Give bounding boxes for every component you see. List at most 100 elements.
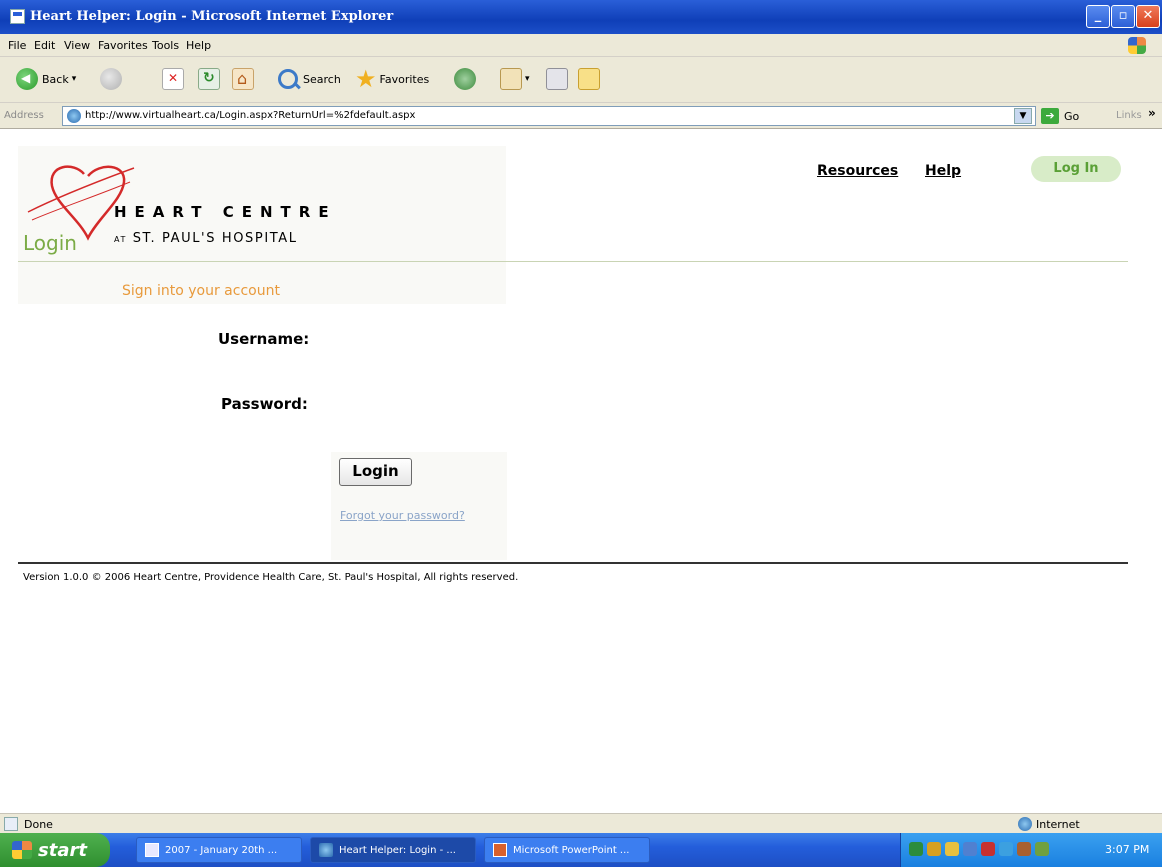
print-icon bbox=[546, 68, 568, 90]
page-content: HEART CENTRE AT ST. PAUL'S HOSPITAL Reso… bbox=[0, 130, 1162, 813]
tray-misc-icon[interactable] bbox=[1017, 842, 1031, 856]
history-icon bbox=[454, 68, 476, 90]
go-button[interactable]: ➔ Go bbox=[1041, 108, 1079, 124]
powerpoint-icon bbox=[493, 843, 507, 857]
heart-centre-logo[interactable]: HEART CENTRE AT ST. PAUL'S HOSPITAL bbox=[26, 160, 346, 246]
address-label: Address bbox=[4, 110, 44, 121]
print-button[interactable] bbox=[546, 67, 568, 91]
address-input[interactable]: http://www.virtualheart.ca/Login.aspx?Re… bbox=[62, 106, 1036, 126]
menu-bar: File Edit View Favorites Tools Help bbox=[0, 34, 1162, 57]
start-label: start bbox=[38, 839, 87, 861]
mail-icon bbox=[500, 68, 522, 90]
tray-network-icon[interactable] bbox=[909, 842, 923, 856]
toolbar: Back ▾ Search ★ Favorites ▾ bbox=[0, 57, 1162, 103]
page-done-icon bbox=[4, 817, 18, 831]
stop-icon bbox=[162, 68, 184, 90]
home-button[interactable] bbox=[232, 67, 254, 91]
username-label: Username: bbox=[218, 330, 310, 348]
login-button[interactable]: Login bbox=[339, 458, 412, 486]
status-bar: Done Internet bbox=[0, 813, 1162, 833]
header-divider bbox=[18, 261, 1128, 262]
taskbar-item-label: 2007 - January 20th ... bbox=[165, 844, 278, 856]
menu-tools[interactable]: Tools bbox=[152, 39, 179, 52]
favorites-button[interactable]: ★ Favorites bbox=[355, 67, 429, 91]
security-zone-label: Internet bbox=[1036, 818, 1080, 831]
minimize-button[interactable]: _ bbox=[1086, 5, 1110, 28]
tray-app-icon[interactable] bbox=[963, 842, 977, 856]
menu-file[interactable]: File bbox=[8, 39, 26, 52]
back-arrow-icon bbox=[16, 68, 38, 90]
logo-hospital-text: AT ST. PAUL'S HOSPITAL bbox=[114, 231, 298, 246]
window-title: Heart Helper: Login - Microsoft Internet… bbox=[30, 9, 394, 24]
nav-resources-link[interactable]: Resources bbox=[817, 163, 898, 179]
forward-button[interactable] bbox=[100, 67, 126, 91]
page-title: Login bbox=[23, 231, 77, 255]
links-label[interactable]: Links bbox=[1116, 110, 1142, 121]
back-button[interactable]: Back ▾ bbox=[16, 67, 76, 91]
start-button[interactable]: start bbox=[0, 833, 110, 867]
footer-divider bbox=[18, 562, 1128, 564]
mail-dropdown-icon[interactable]: ▾ bbox=[525, 74, 530, 84]
tray-security-icon[interactable] bbox=[927, 842, 941, 856]
address-dropdown-icon[interactable]: ▼ bbox=[1014, 108, 1032, 124]
search-label: Search bbox=[303, 72, 341, 86]
taskbar-item-label: Heart Helper: Login - ... bbox=[339, 844, 456, 856]
internet-zone-icon bbox=[1018, 817, 1032, 831]
taskbar-item-label: Microsoft PowerPoint ... bbox=[513, 844, 630, 856]
search-icon bbox=[278, 69, 298, 89]
refresh-button[interactable] bbox=[198, 67, 220, 91]
search-button[interactable]: Search bbox=[278, 67, 341, 91]
logo-hospital-name: ST. PAUL'S HOSPITAL bbox=[132, 231, 298, 246]
menu-help[interactable]: Help bbox=[186, 39, 211, 52]
logo-at-text: AT bbox=[114, 235, 127, 244]
favorites-label: Favorites bbox=[379, 72, 430, 86]
go-arrow-icon: ➔ bbox=[1041, 108, 1059, 124]
ie-window-icon[interactable] bbox=[10, 9, 25, 24]
taskbar-item-document[interactable]: 2007 - January 20th ... bbox=[136, 837, 302, 863]
document-icon bbox=[145, 843, 159, 857]
favorites-star-icon: ★ bbox=[355, 65, 377, 93]
back-label: Back bbox=[42, 72, 69, 86]
menu-view[interactable]: View bbox=[64, 39, 90, 52]
nav-help-link[interactable]: Help bbox=[925, 163, 961, 179]
close-button[interactable]: ✕ bbox=[1136, 5, 1160, 28]
home-icon bbox=[232, 68, 254, 90]
nav-login-button[interactable]: Log In bbox=[1031, 156, 1121, 182]
address-url[interactable]: http://www.virtualheart.ca/Login.aspx?Re… bbox=[85, 110, 415, 121]
dropdown-arrow-icon[interactable]: ▾ bbox=[72, 74, 77, 84]
taskbar: start 2007 - January 20th ... Heart Help… bbox=[0, 833, 1162, 867]
tray-shield-icon[interactable] bbox=[945, 842, 959, 856]
system-tray: 3:07 PM bbox=[900, 833, 1162, 867]
history-button[interactable] bbox=[454, 67, 480, 91]
taskbar-item-ie[interactable]: Heart Helper: Login - ... bbox=[310, 837, 476, 863]
sign-in-heading: Sign into your account bbox=[122, 283, 280, 299]
tray-icons bbox=[909, 842, 1049, 856]
tray-update-icon[interactable] bbox=[1035, 842, 1049, 856]
password-label: Password: bbox=[221, 395, 308, 413]
windows-flag-icon bbox=[12, 841, 32, 859]
folder-button[interactable] bbox=[578, 67, 600, 91]
tray-volume-icon[interactable] bbox=[999, 842, 1013, 856]
logo-heart-centre-text: HEART CENTRE bbox=[114, 203, 337, 221]
title-bar: Heart Helper: Login - Microsoft Internet… bbox=[0, 0, 1162, 34]
menu-edit[interactable]: Edit bbox=[34, 39, 55, 52]
tray-alert-icon[interactable] bbox=[981, 842, 995, 856]
folder-icon bbox=[578, 68, 600, 90]
windows-logo-icon bbox=[1128, 37, 1146, 54]
forgot-password-link[interactable]: Forgot your password? bbox=[340, 509, 465, 522]
address-bar: Address http://www.virtualheart.ca/Login… bbox=[0, 103, 1162, 129]
taskbar-clock[interactable]: 3:07 PM bbox=[1105, 843, 1149, 856]
page-icon bbox=[67, 109, 81, 123]
footer-text: Version 1.0.0 © 2006 Heart Centre, Provi… bbox=[23, 572, 519, 583]
mail-button[interactable]: ▾ bbox=[500, 67, 530, 91]
ie-icon bbox=[319, 843, 333, 857]
status-text: Done bbox=[24, 818, 53, 831]
refresh-icon bbox=[198, 68, 220, 90]
maximize-button[interactable]: ▫ bbox=[1111, 5, 1135, 28]
menu-favorites[interactable]: Favorites bbox=[98, 39, 148, 52]
forward-arrow-icon bbox=[100, 68, 122, 90]
stop-button[interactable] bbox=[162, 67, 184, 91]
chevron-right-icon[interactable]: » bbox=[1148, 106, 1156, 120]
go-label: Go bbox=[1064, 109, 1080, 123]
taskbar-item-powerpoint[interactable]: Microsoft PowerPoint ... bbox=[484, 837, 650, 863]
